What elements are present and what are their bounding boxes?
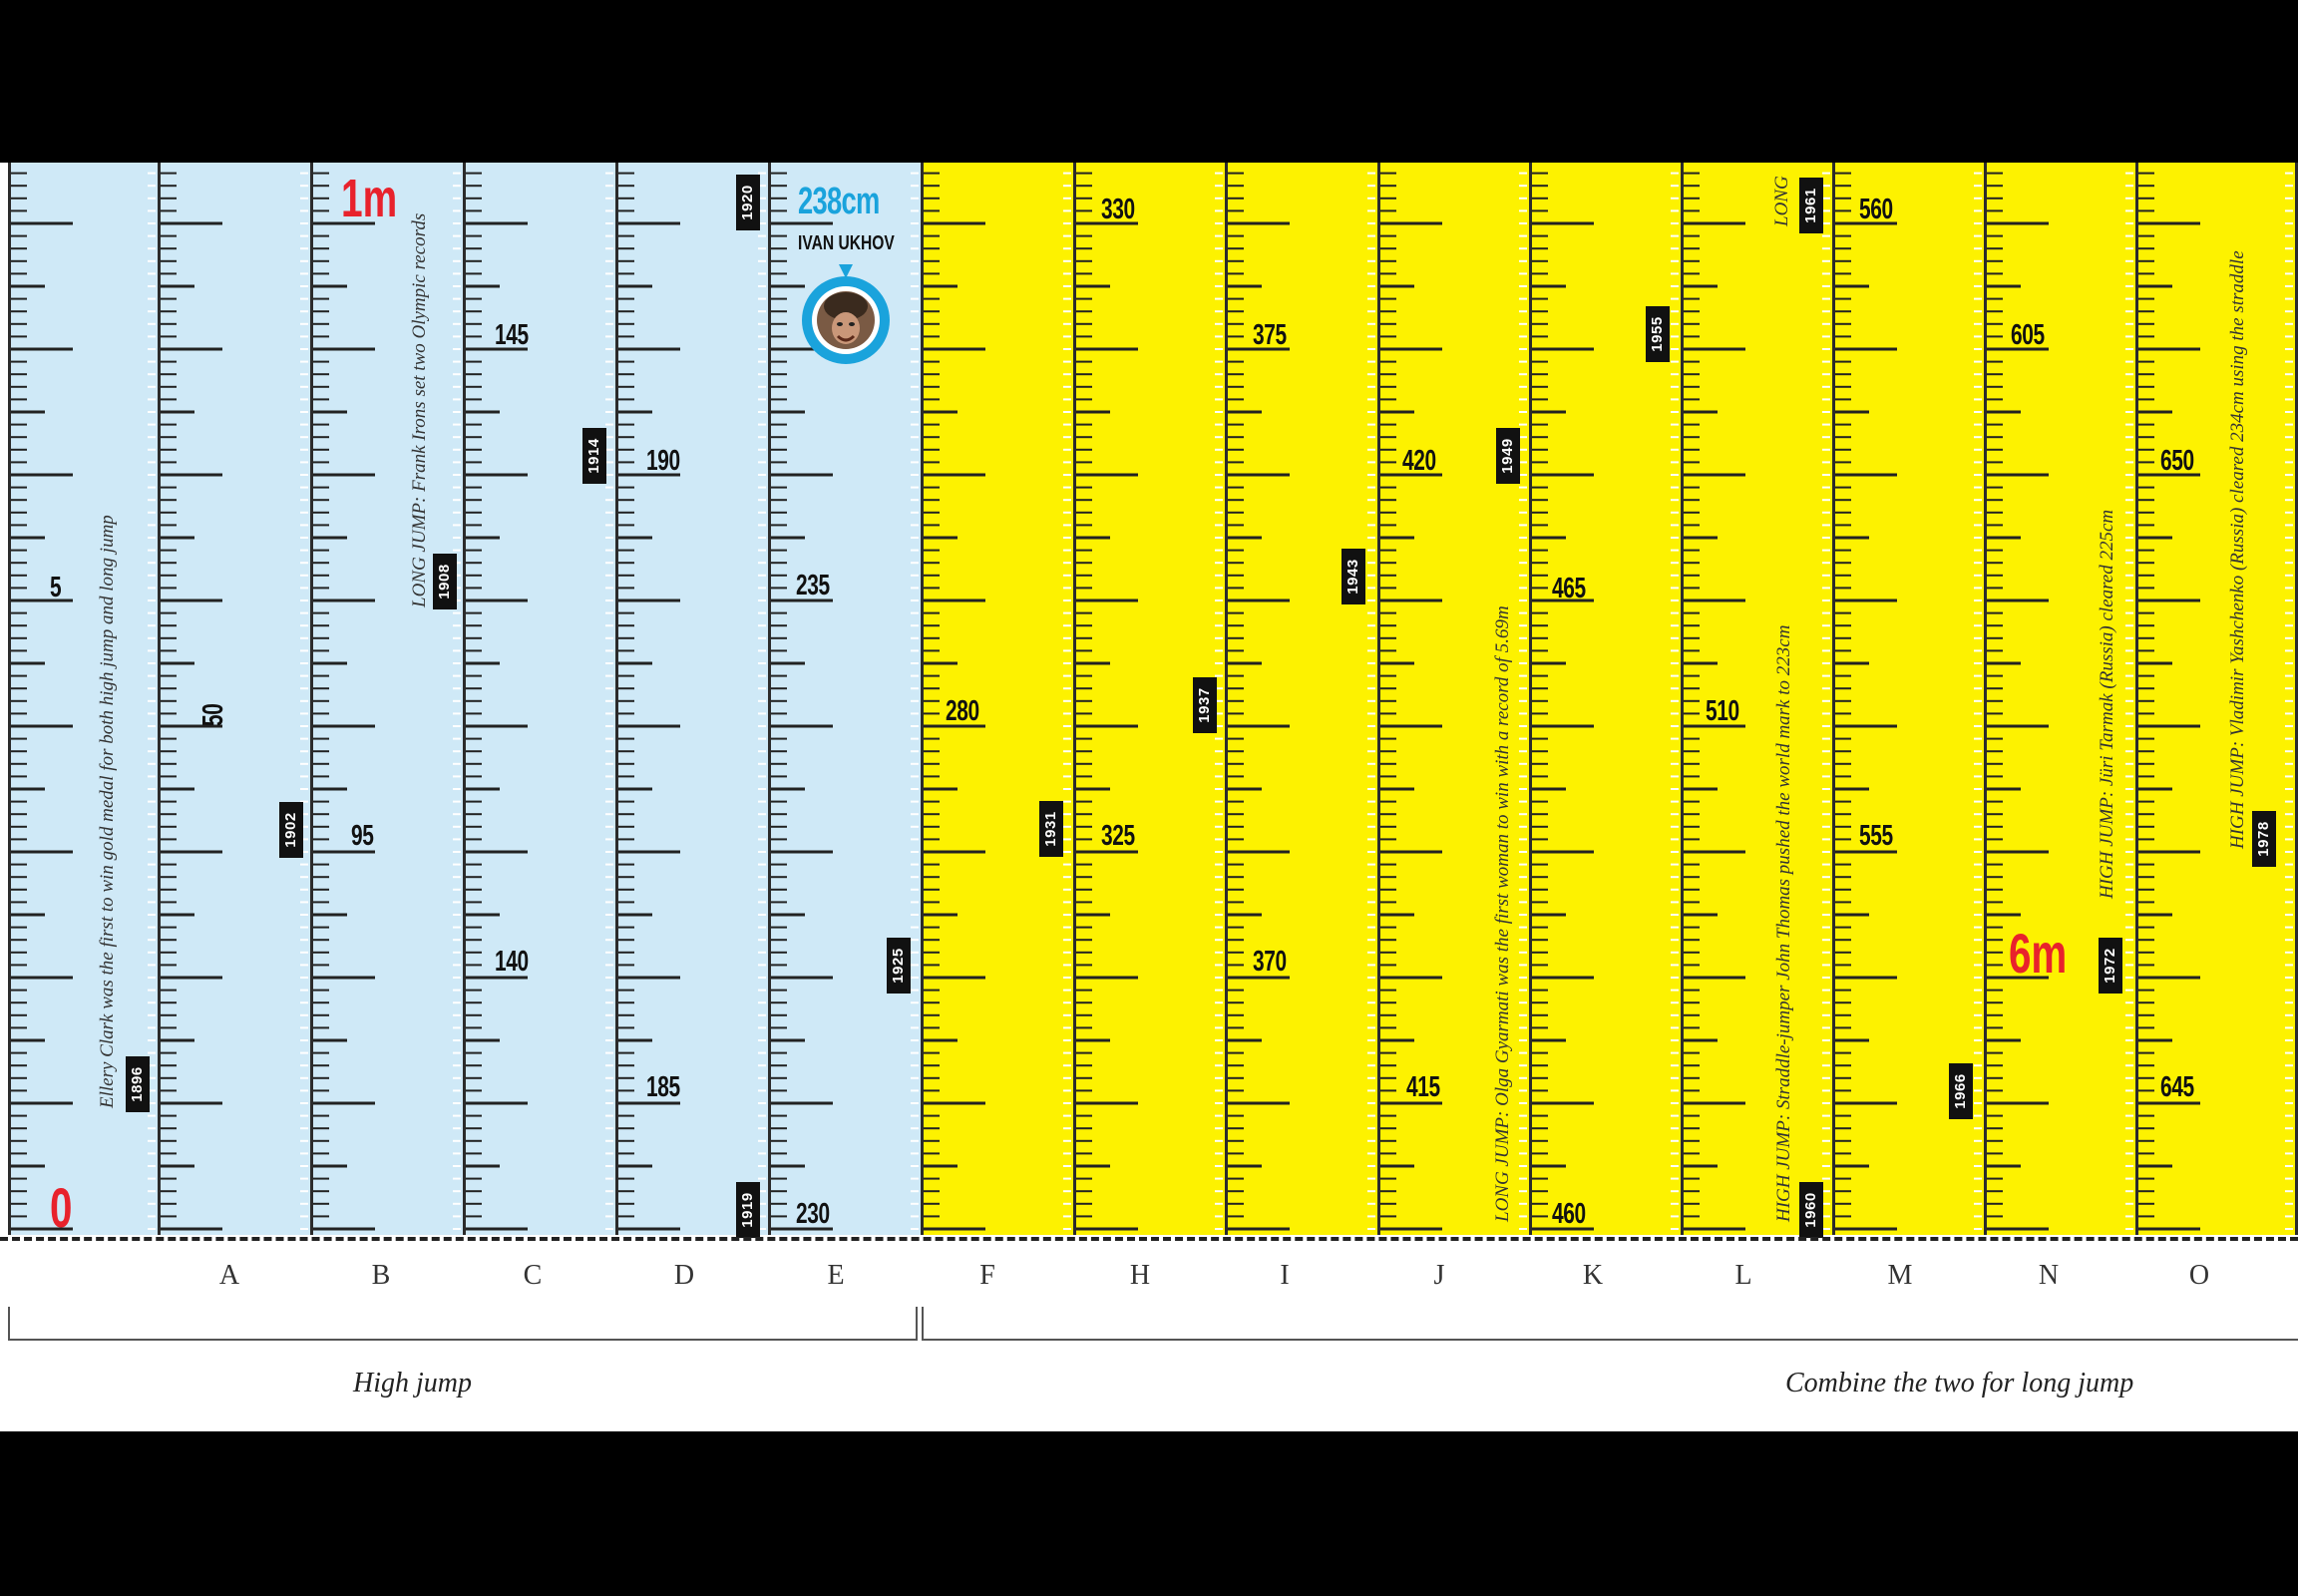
ruler-number: 325 [1101,820,1135,852]
annotation-thomas: HIGH JUMP: Straddle-jumper John Thomas p… [1773,624,1794,1222]
year-tag: 1966 [1949,1063,1973,1119]
tick-marks [313,172,461,1231]
column-letter: D [673,1260,695,1291]
zero-mark: 0 [50,1176,73,1239]
ruler-number: 415 [1406,1071,1440,1103]
record-value: 238cm [798,181,880,222]
ruler-number: 465 [1552,573,1586,604]
long-jump-bracket [922,1307,2298,1341]
ruler-number: 230 [796,1198,830,1230]
column-letter: A [218,1260,240,1291]
ruler-number: 510 [1706,695,1739,727]
ruler-strip-i [1228,163,1380,1235]
baseline [0,1237,2298,1241]
year-tag: 1925 [887,938,911,994]
year-tag: 1931 [1039,801,1063,857]
long-jump-label: Combine the two for long jump [1785,1368,2134,1398]
ruler-number: 605 [2011,319,2045,351]
ruler-strip-d [618,163,771,1235]
ruler-number: 460 [1552,1198,1586,1230]
annotation-tarmak: HIGH JUMP: Jüri Tarmak (Russia) cleared … [2097,509,2117,899]
tick-marks [1228,172,1375,1231]
ruler-number: 375 [1253,319,1287,351]
ruler-strip-a [161,163,313,1235]
high-jump-bracket [8,1307,918,1341]
ruler-number: 190 [646,445,680,477]
annotation-irons: LONG JUMP: Frank Irons set two Olympic r… [409,212,430,607]
ruler-number: 235 [796,570,830,601]
year-tag: 1919 [736,1182,760,1238]
ruler-number: 645 [2160,1071,2194,1103]
column-letter: F [979,1260,995,1291]
column-letter: I [1280,1260,1290,1291]
year-tag: 1960 [1799,1182,1823,1238]
high-jump-label: High jump [353,1368,472,1398]
column-letter: E [827,1260,845,1291]
ruler-strip-b [313,163,466,1235]
ruler-number: 140 [495,946,529,978]
year-tag: 1955 [1646,306,1670,362]
year-tag: 1978 [2252,811,2276,867]
year-tag: 1920 [736,175,760,230]
annotation-long-cut: LONG [1771,176,1792,226]
year-tag: 1908 [433,554,457,609]
column-letter: N [2038,1260,2060,1291]
ruler-number: 420 [1402,445,1436,477]
column-letter: H [1129,1260,1151,1291]
tick-marks [466,172,613,1231]
ruler-number: 95 [351,820,374,852]
ruler-number: 280 [946,695,979,727]
ruler-number: 330 [1101,194,1135,225]
ruler-diagram: 5 50 95 145 140 190 185 235 230 280 330 … [0,163,2298,1431]
ruler-number: 370 [1253,946,1287,978]
column-letter: B [371,1260,391,1291]
ruler-number: 5 [50,572,62,603]
year-tag: 1961 [1799,178,1823,233]
year-tag: 1937 [1193,677,1217,733]
column-letter: K [1582,1260,1604,1291]
ruler-strip-c [466,163,618,1235]
athlete-pin-icon [802,264,890,364]
ruler-number: 185 [646,1071,680,1103]
year-tag: 1943 [1341,549,1365,604]
annotation-yashchenko: HIGH JUMP: Vladimir Yashchenko (Russia) … [2227,250,2248,849]
year-tag: 1914 [582,428,606,484]
athlete-name: IVAN UKHOV [798,232,895,254]
column-letter: J [1433,1260,1445,1291]
column-letter: C [523,1260,543,1291]
ruler-number: 555 [1859,820,1893,852]
year-tag: 1902 [279,802,303,858]
ruler-number: 145 [495,319,529,351]
column-letter: L [1734,1260,1752,1291]
six-metre-mark: 6m [2009,922,2068,985]
tick-marks [161,172,308,1231]
annotation-clark: Ellery Clark was the first to win gold m… [97,515,118,1108]
year-tag: 1896 [126,1056,150,1112]
ruler-number: 650 [2160,445,2194,477]
year-tag: 1949 [1496,428,1520,484]
ruler-number: 50 [197,703,229,726]
column-letter: O [2188,1260,2210,1291]
one-metre-mark: 1m [341,169,398,228]
ruler-number: 560 [1859,194,1893,225]
tick-marks [618,172,766,1231]
year-tag: 1972 [2099,938,2122,994]
annotation-gyarmati: LONG JUMP: Olga Gyarmati was the first w… [1492,605,1513,1222]
column-letter: M [1887,1260,1913,1291]
